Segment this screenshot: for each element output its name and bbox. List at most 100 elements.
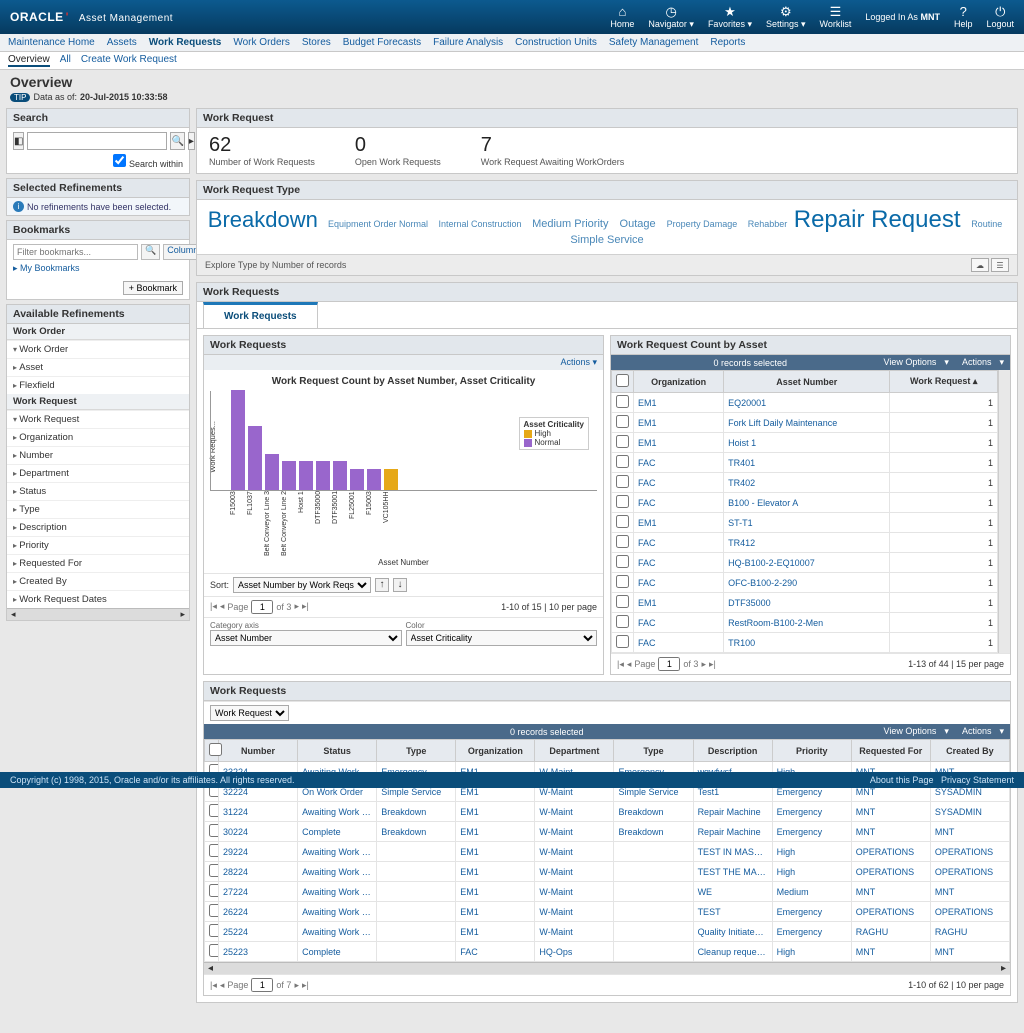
refinement-requested-for[interactable]: Requested For <box>7 554 189 572</box>
search-advanced-button[interactable]: ▸ <box>188 132 195 150</box>
wr-view-options[interactable]: View Options <box>884 726 937 737</box>
asset-org-cell[interactable]: EM1 <box>634 413 724 433</box>
wr-filter-select[interactable]: Work Request <box>210 705 289 721</box>
wr-org-cell[interactable]: EM1 <box>456 902 535 922</box>
wr-type1-cell[interactable]: Breakdown <box>377 822 456 842</box>
wr-number-cell[interactable]: 26224 <box>219 902 298 922</box>
type-tag[interactable]: Equipment Order Normal <box>328 219 431 229</box>
wr-col-header[interactable]: Type <box>614 740 693 762</box>
wr-desc-cell[interactable]: Repair Machine <box>693 802 772 822</box>
wr-type1-cell[interactable] <box>377 882 456 902</box>
wr-org-cell[interactable]: EM1 <box>456 802 535 822</box>
wr-type2-cell[interactable] <box>614 862 693 882</box>
wr-desc-cell[interactable]: Quality Initiated W... <box>693 922 772 942</box>
wr-dept-cell[interactable]: W-Maint <box>535 882 614 902</box>
asset-col-header[interactable]: Work Request ▴ <box>890 371 998 393</box>
asset-number-cell[interactable]: TR100 <box>724 633 890 653</box>
wr-actions[interactable]: Actions <box>962 726 992 737</box>
wr-createdby-cell[interactable]: MNT <box>930 822 1009 842</box>
row-checkbox[interactable] <box>209 904 219 917</box>
wr-col-header[interactable]: Priority <box>772 740 851 762</box>
footer-privacy[interactable]: Privacy Statement <box>941 775 1014 785</box>
wr-dept-cell[interactable]: W-Maint <box>535 902 614 922</box>
row-checkbox[interactable] <box>616 635 629 648</box>
wr-createdby-cell[interactable]: MNT <box>930 942 1009 962</box>
wr-reqfor-cell[interactable]: OPERATIONS <box>851 902 930 922</box>
refinement-description[interactable]: Description <box>7 518 189 536</box>
row-checkbox[interactable] <box>616 395 629 408</box>
wr-status-cell[interactable]: Awaiting Work Order <box>298 882 377 902</box>
refinement-status[interactable]: Status <box>7 482 189 500</box>
search-go-button[interactable]: 🔍 <box>170 132 184 150</box>
bookmark-filter-input[interactable] <box>13 244 138 260</box>
chart-bar[interactable] <box>333 461 347 490</box>
wr-number-cell[interactable]: 25223 <box>219 942 298 962</box>
chart-bar[interactable] <box>282 461 296 490</box>
wr-org-cell[interactable]: EM1 <box>456 822 535 842</box>
nav-favorites[interactable]: ★Favorites ▾ <box>708 5 752 30</box>
wr-priority-cell[interactable]: Emergency <box>772 902 851 922</box>
wr-org-cell[interactable]: EM1 <box>456 882 535 902</box>
menu-construction-units[interactable]: Construction Units <box>515 37 597 48</box>
type-tag[interactable]: Property Damage <box>667 219 740 229</box>
wr-reqfor-cell[interactable]: MNT <box>851 802 930 822</box>
row-checkbox[interactable] <box>616 415 629 428</box>
bookmark-search-button[interactable]: 🔍 <box>141 244 160 260</box>
wr-dept-cell[interactable]: W-Maint <box>535 842 614 862</box>
asset-number-cell[interactable]: EQ20001 <box>724 393 890 413</box>
sort-select[interactable]: Asset Number by Work Reqs <box>233 577 371 593</box>
wr-page-next[interactable]: ▸ <box>294 980 299 991</box>
row-checkbox[interactable] <box>616 455 629 468</box>
asset-number-cell[interactable]: RestRoom-B100-2-Men <box>724 613 890 633</box>
wr-org-cell[interactable]: EM1 <box>456 862 535 882</box>
nav-settings[interactable]: ⚙Settings ▾ <box>766 5 806 30</box>
asset-page-prev[interactable]: ◂ <box>627 659 632 670</box>
row-checkbox[interactable] <box>616 615 629 628</box>
asset-count-view-options[interactable]: View Options <box>884 357 937 368</box>
type-tag[interactable]: Repair Request <box>794 206 967 233</box>
wr-reqfor-cell[interactable]: MNT <box>851 882 930 902</box>
wr-col-header[interactable]: Created By <box>930 740 1009 762</box>
wr-desc-cell[interactable]: Cleanup request –... <box>693 942 772 962</box>
row-checkbox[interactable] <box>616 475 629 488</box>
nav-help[interactable]: ?Help <box>954 5 973 29</box>
submenu-create-work-request[interactable]: Create Work Request <box>81 54 177 67</box>
asset-page-input[interactable] <box>658 657 680 671</box>
wr-status-cell[interactable]: Awaiting Work Order <box>298 842 377 862</box>
asset-number-cell[interactable]: Fork Lift Daily Maintenance <box>724 413 890 433</box>
refinement-flexfield[interactable]: Flexfield <box>7 376 189 394</box>
wr-type1-cell[interactable] <box>377 902 456 922</box>
wr-priority-cell[interactable]: Emergency <box>772 822 851 842</box>
wr-status-cell[interactable]: Awaiting Work Order <box>298 802 377 822</box>
asset-select-all[interactable] <box>616 374 629 387</box>
wr-priority-cell[interactable]: High <box>772 942 851 962</box>
chart-page-prev[interactable]: ◂ <box>220 601 225 612</box>
chart-page-next[interactable]: ▸ <box>294 601 299 612</box>
row-checkbox[interactable] <box>209 884 219 897</box>
search-within-checkbox[interactable] <box>113 154 126 167</box>
wr-type2-cell[interactable] <box>614 902 693 922</box>
row-checkbox[interactable] <box>616 555 629 568</box>
wr-page-first[interactable]: |◂ <box>210 980 217 991</box>
asset-number-cell[interactable]: HQ-B100-2-EQ10007 <box>724 553 890 573</box>
wr-status-cell[interactable]: Complete <box>298 822 377 842</box>
wr-org-cell[interactable]: FAC <box>456 942 535 962</box>
menu-budget-forecasts[interactable]: Budget Forecasts <box>343 37 421 48</box>
wr-status-cell[interactable]: Awaiting Work Order <box>298 922 377 942</box>
color-select[interactable]: Asset Criticality <box>406 630 598 646</box>
wr-dept-cell[interactable]: W-Maint <box>535 922 614 942</box>
chart-actions[interactable]: Actions ▾ <box>204 355 603 370</box>
wr-col-header[interactable]: Type <box>377 740 456 762</box>
asset-number-cell[interactable]: B100 - Elevator A <box>724 493 890 513</box>
wr-number-cell[interactable]: 28224 <box>219 862 298 882</box>
wr-reqfor-cell[interactable]: RAGHU <box>851 922 930 942</box>
chart-page-first[interactable]: |◂ <box>210 601 217 612</box>
refinement-work-request[interactable]: Work Request <box>7 410 189 428</box>
chart-bar[interactable] <box>350 469 364 490</box>
wr-type2-cell[interactable]: Breakdown <box>614 822 693 842</box>
wr-priority-cell[interactable]: High <box>772 842 851 862</box>
refinement-created-by[interactable]: Created By <box>7 572 189 590</box>
asset-number-cell[interactable]: OFC-B100-2-290 <box>724 573 890 593</box>
wr-col-header[interactable]: Description <box>693 740 772 762</box>
row-checkbox[interactable] <box>209 804 219 817</box>
